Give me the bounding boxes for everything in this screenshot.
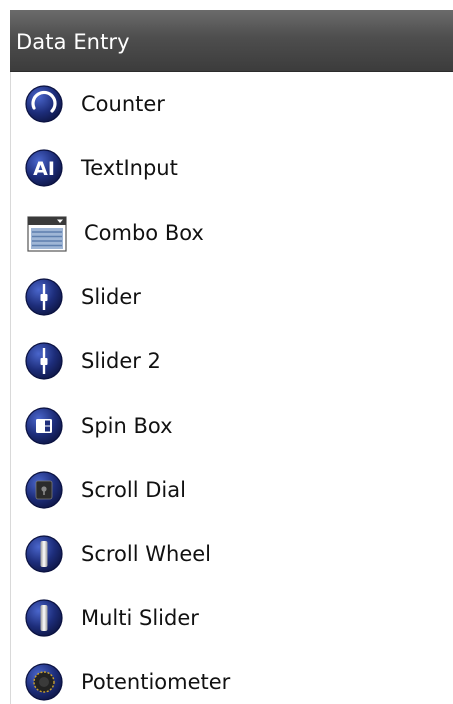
spin-box-icon	[25, 407, 63, 445]
list-item-spin-box[interactable]: Spin Box	[11, 396, 453, 456]
multi-slider-icon	[25, 599, 63, 637]
list-item-label: Spin Box	[81, 414, 173, 438]
scroll-wheel-icon	[25, 535, 63, 573]
panel-header[interactable]: Data Entry	[10, 10, 453, 72]
top-strip	[0, 0, 453, 10]
list-item-slider-2[interactable]: Slider 2	[11, 331, 453, 391]
list-item-label: Scroll Dial	[81, 478, 186, 502]
list-item-counter[interactable]: Counter	[11, 74, 453, 134]
list-item-label: Combo Box	[84, 221, 204, 245]
slider-icon	[25, 342, 63, 380]
list-item-label: Multi Slider	[81, 606, 199, 630]
scroll-dial-icon	[25, 471, 63, 509]
list-item-scroll-wheel[interactable]: Scroll Wheel	[11, 524, 453, 584]
list-item-label: Potentiometer	[81, 670, 231, 694]
list-item-label: Slider	[81, 285, 141, 309]
data-entry-panel: Data Entry Counter AI TextInput Combo Bo…	[0, 0, 453, 704]
potentiometer-icon	[25, 663, 63, 701]
list-item-slider[interactable]: Slider	[11, 267, 453, 327]
list-item-label: TextInput	[81, 156, 178, 180]
list-item-multi-slider[interactable]: Multi Slider	[11, 588, 453, 648]
panel-title: Data Entry	[16, 29, 130, 54]
list-item-combo-box[interactable]: Combo Box	[11, 203, 453, 263]
list-item-label: Slider 2	[81, 349, 161, 373]
combo-box-icon	[27, 216, 67, 252]
counter-icon	[25, 85, 63, 123]
list-item-label: Counter	[81, 92, 165, 116]
list-item-textinput[interactable]: AI TextInput	[11, 138, 453, 198]
text-input-icon: AI	[25, 149, 63, 187]
list-item-scroll-dial[interactable]: Scroll Dial	[11, 460, 453, 520]
slider-icon	[25, 278, 63, 316]
list-item-label: Scroll Wheel	[81, 542, 211, 566]
svg-text:AI: AI	[33, 158, 55, 180]
list-item-potentiometer[interactable]: Potentiometer	[11, 652, 453, 704]
